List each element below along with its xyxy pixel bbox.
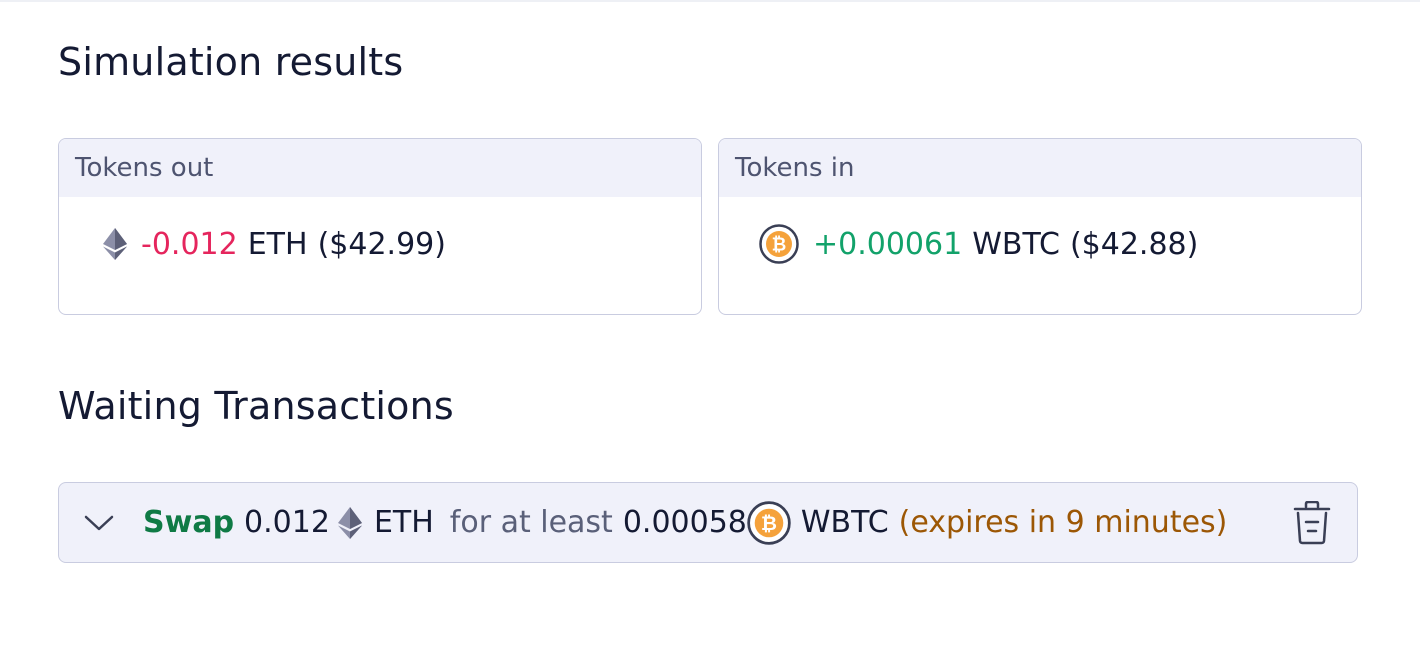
tokens-in-usd: ($42.88) [1069,226,1199,262]
eth-icon [103,228,127,260]
tokens-out-card: Tokens out -0.012 ETH ($42.99) [58,138,702,315]
waiting-transactions-title: Waiting Transactions [58,384,454,428]
swap-label: Swap [143,505,235,540]
chevron-down-icon[interactable] [79,503,119,543]
tokens-out-symbol: ETH [247,226,308,262]
swap-expiry: (expires in 9 minutes) [898,505,1228,540]
top-divider [0,0,1420,2]
svg-text:₿: ₿ [761,512,777,535]
tokens-out-header: Tokens out [59,139,701,197]
tokens-in-amount: +0.00061 [813,226,963,262]
tokens-in-symbol: WBTC [972,226,1060,262]
swap-amount-in: 0.012 [244,505,330,540]
simulation-results-title: Simulation results [58,40,404,84]
wbtc-icon: ₿ [759,224,799,264]
swap-connector: for at least [449,505,613,540]
svg-text:₿: ₿ [772,235,787,256]
swap-symbol-in: ETH [373,505,434,540]
tokens-out-usd: ($42.99) [317,226,446,262]
wbtc-icon: ₿ [747,500,791,545]
tokens-in-header: Tokens in [719,139,1361,197]
tokens-out-body: -0.012 ETH ($42.99) [59,197,701,314]
swap-amount-out: 0.00058 [622,505,747,540]
waiting-transaction-row[interactable]: Swap 0.012 ETH for at least 0.00058 ₿ WB… [58,482,1358,563]
tokens-out-amount: -0.012 [141,226,238,262]
tokens-in-body: ₿ +0.00061 WBTC ($42.88) [719,197,1361,314]
trash-icon[interactable] [1291,501,1333,545]
tokens-in-card: Tokens in ₿ +0.00061 WBTC ($42.88) [718,138,1362,315]
swap-symbol-out: WBTC [800,505,889,540]
eth-icon [337,506,362,539]
